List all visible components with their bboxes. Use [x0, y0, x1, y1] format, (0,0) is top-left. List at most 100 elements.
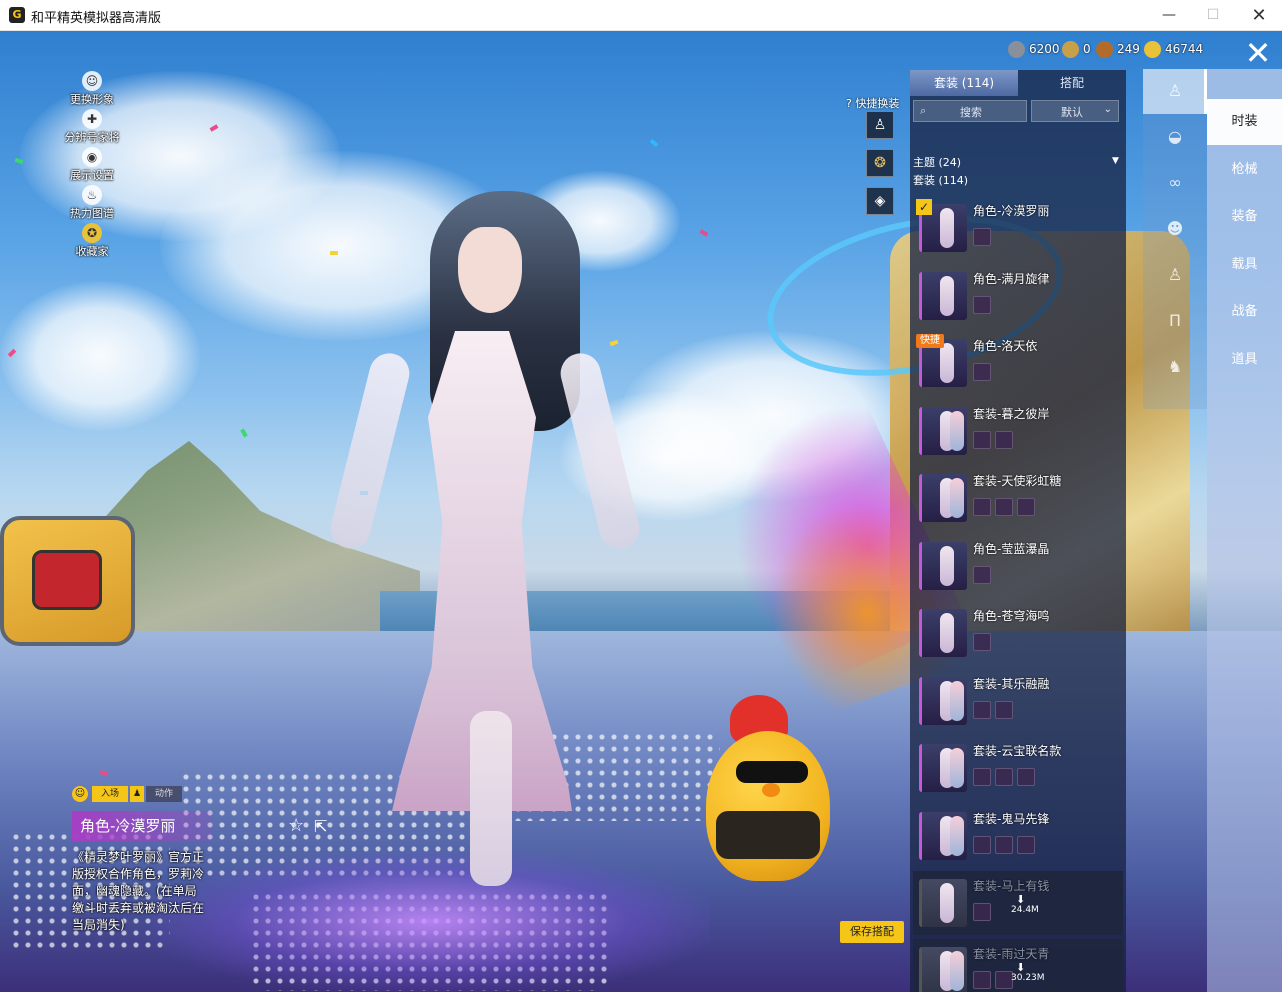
sort-dropdown[interactable]: 默认 ⌄ [1031, 100, 1119, 122]
outfit-thumbnail [919, 744, 967, 792]
menu-label: 分辨号家将 [64, 131, 120, 144]
outfit-part-icon[interactable] [973, 566, 991, 584]
outfit-item[interactable]: 角色-满月旋律 [913, 264, 1123, 328]
character-leg [470, 711, 512, 886]
outfit-item[interactable]: 套装-鬼马先锋 [913, 804, 1123, 868]
menu-split[interactable]: ✚ 分辨号家将 [60, 109, 130, 149]
outfit-part-icon[interactable] [973, 363, 991, 381]
outfit-part-icon[interactable] [973, 701, 991, 719]
outfit-item[interactable]: 套装-其乐融融 [913, 669, 1123, 733]
character-arm [326, 349, 414, 553]
outfit-part-icon[interactable] [973, 498, 991, 516]
tab-match[interactable]: 搭配 [1018, 70, 1126, 96]
tab-equipment[interactable]: 装备 [1207, 194, 1282, 240]
outfit-item[interactable]: 套装-雨过天青 ⬇ 30.23M [913, 939, 1123, 992]
menu-heatmap[interactable]: ♨ 热力图谱 [60, 185, 130, 225]
outfit-name: 角色-莹蓝瀑晶 [973, 542, 1050, 556]
outfit-part-icon[interactable] [1017, 768, 1035, 786]
outfit-item[interactable]: 套装-天使彩虹糖 [913, 466, 1123, 530]
maximize-button[interactable]: ☐ [1190, 0, 1236, 31]
close-icon[interactable]: ✕ [1238, 35, 1278, 71]
outfit-item[interactable]: 角色-洛天依 快捷 [913, 331, 1123, 395]
outfit-name: 套装-鬼马先锋 [973, 812, 1050, 826]
menu-change-avatar[interactable]: ☺ 更换形象 [60, 71, 130, 111]
tab-gear[interactable]: 战备 [1207, 289, 1282, 335]
group-theme[interactable]: 主题 (24) [913, 154, 961, 170]
outfit-part-icon[interactable] [973, 768, 991, 786]
outfit-item[interactable]: 套装-暮之彼岸 [913, 399, 1123, 463]
app-logo-icon: G [9, 7, 25, 23]
outfit-figure [950, 681, 964, 721]
outfit-item[interactable]: 套装-马上有钱 ⬇ 24.4M [913, 871, 1123, 935]
tab-suits[interactable]: 套装 (114) [910, 70, 1018, 96]
outfit-item[interactable]: 角色-苍穹海鸣 [913, 601, 1123, 665]
outfit-item[interactable]: 角色-冷漠罗丽 ✓ [913, 196, 1123, 260]
glasses-icon: ∞ [1168, 173, 1182, 192]
outfit-part-icon[interactable] [995, 431, 1013, 449]
outfit-part-icon[interactable] [973, 296, 991, 314]
slot-pants[interactable]: Π [1143, 299, 1207, 344]
silver-coin-icon [1008, 41, 1025, 58]
minimize-button[interactable]: — [1146, 0, 1192, 31]
share-icon[interactable]: ⇱ [314, 817, 334, 837]
confetti [330, 251, 338, 255]
outfit-item[interactable]: 套装-云宝联名款 [913, 736, 1123, 800]
slot-mask[interactable]: ☻ [1143, 207, 1207, 252]
outfit-part-icon[interactable] [995, 768, 1013, 786]
outfit-part-icon[interactable] [995, 836, 1013, 854]
outfit-part-icon[interactable] [973, 228, 991, 246]
currency-value: 249 [1117, 42, 1140, 56]
outfit-part-icon[interactable] [973, 633, 991, 651]
help-icon[interactable]: ? [846, 97, 852, 110]
outfit-part-icon[interactable] [1017, 836, 1035, 854]
group-suits[interactable]: 套装 (114) [913, 172, 968, 188]
outfit-name: 套装-其乐融融 [973, 677, 1050, 691]
search-input[interactable]: ⌕ 搜索 [913, 100, 1027, 122]
outfit-part-icon[interactable] [1017, 498, 1035, 516]
quick-change-outfit[interactable]: ♙ [866, 111, 894, 139]
cloud [0, 281, 200, 431]
download-size: 24.4M [1011, 905, 1039, 915]
favorite-icon[interactable]: ☆ [288, 815, 308, 836]
quick-change-diamond[interactable]: ◈ [866, 187, 894, 215]
check-icon: ✓ [916, 199, 932, 215]
chick-sunglasses [736, 761, 808, 783]
full-body-icon: ♙ [1167, 81, 1183, 100]
outfit-part-icon[interactable] [973, 903, 991, 921]
outfit-part-icon[interactable] [973, 431, 991, 449]
outfit-name: 角色-苍穹海鸣 [973, 609, 1050, 623]
outfit-name: 角色-满月旋律 [973, 272, 1050, 286]
confetti [609, 339, 619, 347]
slot-body[interactable]: ♙ [1143, 253, 1207, 298]
outfit-thumbnail [919, 947, 967, 992]
window-close-button[interactable]: ✕ [1236, 0, 1282, 31]
game-viewport[interactable]: ☺ 更换形象 ✚ 分辨号家将 ◉ 展示设置 ♨ 热力图谱 ✪ 收藏家 6200 … [0, 31, 1282, 992]
chick-beak [762, 783, 780, 797]
menu-collector[interactable]: ✪ 收藏家 [60, 223, 130, 263]
outfit-part-icon[interactable] [973, 971, 991, 989]
menu-display-settings[interactable]: ◉ 展示设置 [60, 147, 130, 187]
outfit-part-icon[interactable] [995, 701, 1013, 719]
outfit-name: 套装-天使彩虹糖 [973, 474, 1062, 488]
tab-vehicles[interactable]: 载具 [1207, 242, 1282, 288]
mode-entrance-button[interactable]: 入场 [92, 786, 128, 802]
caret-down-icon[interactable]: ▼ [1112, 156, 1119, 166]
tab-items[interactable]: 道具 [1207, 337, 1282, 383]
slot-glasses[interactable]: ∞ [1143, 161, 1207, 206]
outfit-figure [940, 208, 954, 248]
slot-full-body[interactable]: ♙ [1143, 69, 1207, 114]
slot-hat[interactable]: ◒ [1143, 115, 1207, 160]
save-outfit-button[interactable]: 保存搭配 [840, 921, 904, 943]
outfit-figure [940, 546, 954, 586]
character-face [458, 227, 522, 313]
tab-fashion[interactable]: 时装 [1207, 99, 1282, 145]
menu-label: 展示设置 [70, 169, 114, 182]
slot-shoes[interactable]: ♞ [1143, 345, 1207, 390]
outfit-item[interactable]: 角色-莹蓝瀑晶 [913, 534, 1123, 598]
tab-weapons[interactable]: 枪械 [1207, 147, 1282, 193]
mode-action-button[interactable]: 动作 [146, 786, 182, 802]
outfit-figure [950, 816, 964, 856]
outfit-part-icon[interactable] [973, 836, 991, 854]
quick-change-emblem[interactable]: ❂ [866, 149, 894, 177]
outfit-part-icon[interactable] [995, 498, 1013, 516]
